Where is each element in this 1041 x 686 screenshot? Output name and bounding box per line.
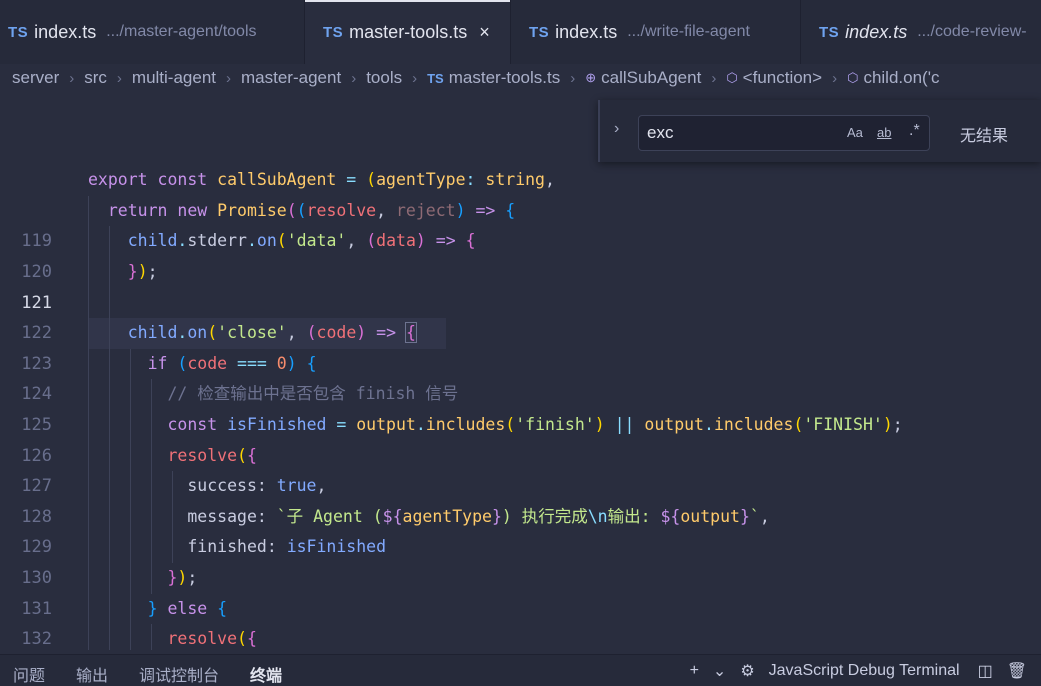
typescript-file-icon: TS bbox=[529, 23, 550, 41]
editor-tab-bar: TS index.ts .../master-agent/tools TS ma… bbox=[0, 0, 1041, 64]
breadcrumb-function-label: <function> bbox=[742, 68, 823, 87]
chevron-right-icon: › bbox=[226, 69, 232, 87]
variable-symbol-icon: ⊕ bbox=[585, 70, 597, 85]
code-line[interactable]: 122 if (code === 0) { bbox=[0, 288, 1041, 380]
tab-output[interactable]: 输出 bbox=[76, 656, 108, 686]
find-field: Aa ab .* bbox=[638, 115, 930, 151]
code-line[interactable]: 130 } else { bbox=[0, 532, 1041, 625]
trash-icon[interactable]: 🗑 bbox=[1007, 661, 1027, 681]
code-line[interactable]: 125 resolve({ bbox=[0, 379, 1041, 472]
panel-tab-bar: 问题 输出 调试控制台 终端 + ⌄ ⚙ JavaScript Debug Te… bbox=[0, 654, 1041, 686]
code-line[interactable]: 131 resolve({ bbox=[0, 563, 1041, 650]
code-line[interactable]: 127 message: `子 Agent (${agentType}) 执行完… bbox=[0, 441, 1041, 533]
cube-symbol-icon: ⬡ bbox=[726, 70, 738, 85]
tab-label: index.ts bbox=[555, 21, 618, 42]
breadcrumb-master-agent[interactable]: master-agent bbox=[241, 68, 341, 88]
code-line[interactable]: 133 message: `子 Agent (${agentType}) 执行失… bbox=[0, 624, 1041, 650]
regex-icon[interactable]: .* bbox=[909, 122, 920, 140]
code-line[interactable]: 128 finished: isFinished bbox=[0, 471, 1041, 563]
code-line[interactable]: 124 const isFinished = output.includes('… bbox=[0, 349, 1041, 441]
whole-word-icon[interactable]: ab bbox=[877, 125, 891, 140]
tab-label: master-tools.ts bbox=[349, 21, 468, 42]
chevron-right-icon: › bbox=[69, 69, 75, 87]
chevron-right-icon: › bbox=[711, 69, 717, 87]
breadcrumb-multi-agent[interactable]: multi-agent bbox=[132, 68, 216, 88]
chevron-right-icon: › bbox=[116, 69, 122, 87]
close-icon[interactable]: × bbox=[479, 22, 490, 43]
match-case-icon[interactable]: Aa bbox=[847, 125, 863, 140]
panel-actions: + ⌄ ⚙ JavaScript Debug Terminal ◫ 🗑 bbox=[690, 655, 1041, 686]
chevron-right-icon[interactable]: › bbox=[614, 120, 619, 138]
tab-path: .../write-file-agent bbox=[627, 23, 750, 40]
breadcrumb-src[interactable]: src bbox=[84, 68, 107, 88]
find-input[interactable] bbox=[647, 122, 837, 144]
tab-terminal[interactable]: 终端 bbox=[250, 656, 282, 686]
tab-path: .../master-agent/tools bbox=[106, 23, 257, 40]
breadcrumb-file-label: master-tools.ts bbox=[448, 68, 561, 87]
tab-label: index.ts bbox=[34, 21, 97, 42]
tab-index-master-agent-tools[interactable]: TS index.ts .../master-agent/tools bbox=[0, 0, 305, 64]
breadcrumb-server[interactable]: server bbox=[12, 68, 59, 88]
breadcrumb-function[interactable]: ⬡ <function> bbox=[726, 68, 822, 88]
breadcrumb: server › src › multi-agent › master-agen… bbox=[0, 64, 1041, 92]
split-terminal-icon[interactable]: ◫ bbox=[978, 661, 993, 681]
breadcrumb-child-on-label: child.on('c bbox=[863, 68, 940, 87]
typescript-file-icon: TS bbox=[427, 70, 444, 86]
tab-debug-console[interactable]: 调试控制台 bbox=[139, 656, 219, 686]
sticky-line[interactable]: child.stderr.on('data', (data) => { bbox=[0, 165, 1041, 257]
tab-problems[interactable]: 问题 bbox=[13, 656, 45, 686]
chevron-right-icon: › bbox=[412, 69, 418, 87]
debug-icon: ⚙ bbox=[740, 663, 755, 680]
terminal-name[interactable]: JavaScript Debug Terminal bbox=[769, 662, 960, 680]
tab-index-write-file-agent[interactable]: TS index.ts .../write-file-agent bbox=[511, 0, 801, 64]
typescript-file-icon: TS bbox=[8, 23, 29, 41]
code-line-current[interactable]: 121 child.on('close', (code) => { bbox=[0, 257, 1041, 349]
chevron-right-icon: › bbox=[832, 69, 838, 87]
breadcrumb-file[interactable]: TS master-tools.ts bbox=[427, 68, 560, 88]
breadcrumb-symbol-label: callSubAgent bbox=[601, 68, 702, 87]
find-widget: › Aa ab .* 无结果 bbox=[598, 100, 1041, 162]
cube-symbol-icon: ⬡ bbox=[847, 70, 859, 85]
code-line[interactable]: 129 }); bbox=[0, 502, 1041, 594]
code-line[interactable]: 123 // 检查输出中是否包含 finish 信号 bbox=[0, 318, 1041, 410]
code-line[interactable]: 120 bbox=[0, 226, 1041, 319]
breadcrumb-child-on[interactable]: ⬡ child.on('c bbox=[847, 68, 939, 88]
tab-index-code-review[interactable]: TS index.ts .../code-review- bbox=[801, 0, 1041, 64]
typescript-file-icon: TS bbox=[323, 23, 344, 41]
chevron-right-icon: › bbox=[570, 69, 576, 87]
tab-label: index.ts bbox=[845, 21, 908, 42]
tab-path: .../code-review- bbox=[917, 23, 1027, 40]
add-icon[interactable]: + bbox=[690, 662, 699, 680]
code-line[interactable]: 132 success: false, bbox=[0, 594, 1041, 649]
chevron-right-icon: › bbox=[351, 69, 357, 87]
typescript-file-icon: TS bbox=[819, 23, 840, 41]
tab-master-tools[interactable]: TS master-tools.ts × bbox=[305, 0, 511, 64]
breadcrumb-callSubAgent[interactable]: ⊕ callSubAgent bbox=[585, 68, 701, 88]
find-result-text: 无结果 bbox=[960, 128, 1009, 145]
code-line[interactable]: 119 }); bbox=[0, 196, 1041, 288]
code-editor[interactable]: export const callSubAgent = (agentType: … bbox=[0, 100, 1041, 650]
chevron-down-icon[interactable]: ⌄ bbox=[713, 661, 726, 681]
breadcrumb-tools[interactable]: tools bbox=[366, 68, 402, 88]
code-line[interactable]: 126 success: true, bbox=[0, 410, 1041, 502]
